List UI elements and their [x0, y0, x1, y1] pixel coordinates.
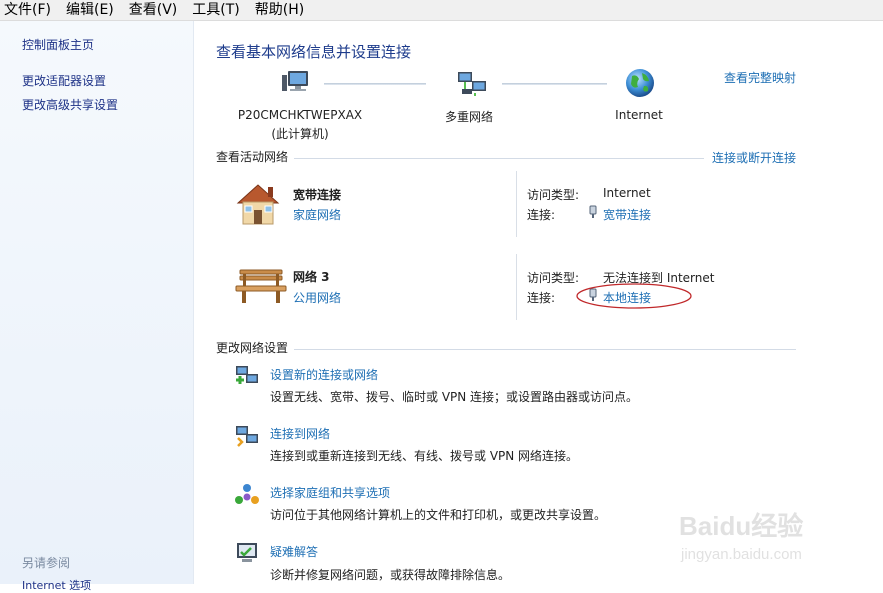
section-divider [294, 158, 704, 159]
homegroup-sharing-link[interactable]: 选择家庭组和共享选项 [270, 484, 390, 501]
connect-disconnect-link[interactable]: 连接或断开连接 [712, 149, 796, 166]
sidebar-item-adapter-settings[interactable]: 更改适配器设置 [22, 72, 106, 89]
menu-file[interactable]: 文件(F) [0, 0, 51, 20]
red-annotation-ellipse [574, 281, 694, 311]
change-settings-heading: 更改网络设置 [216, 341, 289, 355]
computer-name-label: P20CMCHKTWEPXAX [237, 108, 363, 122]
watermark-url: jingyan.baidu.com [680, 546, 802, 563]
task-description: 设置无线、宽带、拨号、临时或 VPN 连接；或设置路由器或访问点。 [270, 390, 639, 404]
access-type-label: 访问类型: [527, 271, 580, 285]
connection-label: 连接: [527, 208, 556, 222]
main-content: 查看基本网络信息并设置连接 查看完整映射 P20CMCHKTWEPXAX (此计… [194, 21, 883, 584]
task-description: 诊断并修复网络问题，或获得故障排除信息。 [270, 568, 511, 582]
public-network-link[interactable]: 公用网络 [293, 289, 341, 306]
network-name-broadband: 宽带连接 [293, 188, 342, 202]
network-divider [516, 171, 517, 237]
broadband-connection-link[interactable]: 宽带连接 [603, 206, 651, 223]
page-title: 查看基本网络信息并设置连接 [216, 43, 412, 61]
menu-bar: 文件(F) 编辑(E) 查看(V) 工具(T) 帮助(H) [0, 0, 883, 21]
menu-edit[interactable]: 编辑(E) [62, 0, 114, 20]
map-connector-line [324, 83, 426, 85]
menu-view[interactable]: 查看(V) [125, 0, 178, 20]
see-also-heading: 另请参阅 [22, 556, 71, 570]
multiple-networks-icon[interactable] [455, 69, 489, 99]
sidebar: 控制面板主页 更改适配器设置 更改高级共享设置 另请参阅 Internet 选项 [0, 21, 194, 592]
access-type-value: Internet [603, 186, 651, 200]
watermark-brand: Baidu经验 [679, 511, 803, 541]
access-type-label: 访问类型: [527, 188, 580, 202]
troubleshoot-icon [234, 541, 260, 565]
computer-icon[interactable] [280, 69, 314, 99]
active-networks-heading: 查看活动网络 [216, 150, 289, 164]
sidebar-item-control-panel-home[interactable]: 控制面板主页 [22, 36, 94, 53]
internet-label: Internet [615, 108, 663, 122]
troubleshoot-link[interactable]: 疑难解答 [270, 543, 318, 560]
connection-plug-icon [588, 205, 598, 219]
connect-to-network-icon [234, 424, 260, 448]
menu-tools[interactable]: 工具(T) [188, 0, 239, 20]
home-network-link[interactable]: 家庭网络 [293, 206, 341, 223]
section-divider [294, 349, 796, 350]
network-divider [516, 254, 517, 320]
task-description: 连接到或重新连接到无线、有线、拨号或 VPN 网络连接。 [270, 449, 579, 463]
home-network-house-icon [234, 181, 286, 227]
sidebar-item-internet-options[interactable]: Internet 选项 [22, 577, 91, 593]
homegroup-icon [234, 483, 260, 507]
network-name-network-3: 网络 3 [293, 270, 330, 284]
multiple-networks-label: 多重网络 [444, 110, 493, 124]
setup-new-connection-link[interactable]: 设置新的连接或网络 [270, 366, 378, 383]
computer-sublabel: (此计算机) [271, 127, 329, 141]
view-full-map-link[interactable]: 查看完整映射 [724, 69, 796, 86]
sidebar-item-advanced-sharing[interactable]: 更改高级共享设置 [22, 96, 118, 113]
internet-globe-icon[interactable] [624, 67, 656, 99]
new-connection-icon [234, 364, 260, 388]
connection-label: 连接: [527, 291, 556, 305]
map-connector-line [502, 83, 607, 85]
connect-to-network-link[interactable]: 连接到网络 [270, 425, 330, 442]
menu-help[interactable]: 帮助(H) [251, 0, 304, 20]
baidu-watermark: Baidu经验 jingyan.baidu.com [677, 509, 837, 569]
public-network-bench-icon [234, 264, 288, 306]
task-description: 访问位于其他网络计算机上的文件和打印机，或更改共享设置。 [270, 508, 607, 522]
